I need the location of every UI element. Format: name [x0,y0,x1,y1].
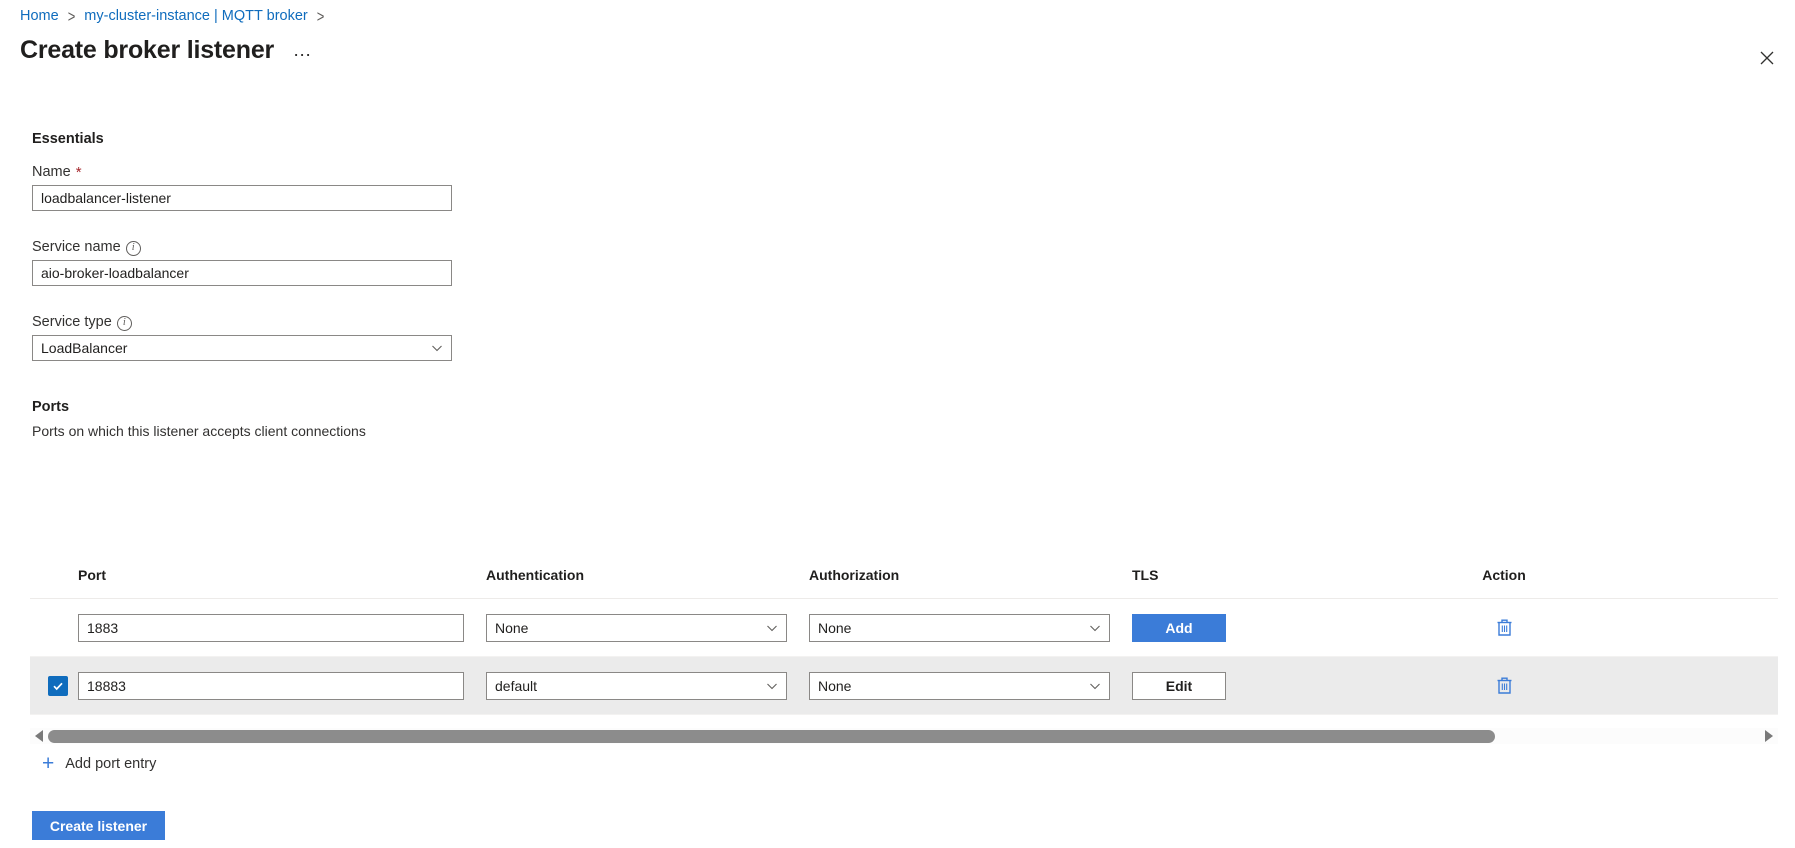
info-icon[interactable]: i [116,315,132,331]
port-cell [78,613,486,642]
table-row[interactable]: default None Edit [30,657,1778,715]
ports-table: Port Authentication Authorization TLS Ac… [30,555,1778,715]
plus-icon: + [42,752,55,775]
checkmark-icon [53,682,63,690]
authorization-cell: None [809,671,1132,700]
breadcrumb-item-mqtt-broker[interactable]: my-cluster-instance | MQTT broker [84,8,307,24]
tls-add-button[interactable]: Add [1132,613,1226,642]
horizontal-scrollbar[interactable] [30,728,1778,744]
table-row[interactable]: None None Add [30,599,1778,657]
authorization-cell: None [809,613,1132,642]
required-indicator: * [75,163,82,181]
breadcrumb-separator-icon-2: > [316,6,325,26]
page-title: Create broker listener [20,36,275,64]
breadcrumb-separator-icon: > [67,6,76,26]
scroll-left-button[interactable] [30,730,48,742]
chevron-down-icon [767,625,777,631]
authorization-value: None [818,677,852,694]
close-icon [1760,51,1774,65]
chevron-down-icon [1090,683,1100,689]
service-name-label: Service name i [32,239,141,256]
chevron-down-icon [1090,625,1100,631]
column-header-authorization: Authorization [809,567,900,583]
column-header-authentication: Authentication [486,567,584,583]
row-checkbox[interactable] [48,675,68,696]
essentials-heading: Essentials [32,131,104,147]
add-port-entry-label: Add port entry [65,755,157,772]
name-label: Name * [32,164,82,180]
port-cell [78,671,486,700]
delete-port-button[interactable] [1489,671,1519,701]
authentication-dropdown[interactable]: None [486,613,787,642]
column-header-port: Port [78,567,106,583]
title-row: Create broker listener ⋯ [20,33,317,67]
trash-icon [1497,677,1511,694]
authentication-cell: default [486,671,809,700]
delete-port-button[interactable] [1489,613,1519,643]
chevron-down-icon [432,345,442,352]
authentication-dropdown[interactable]: default [486,671,787,700]
name-input[interactable] [32,185,452,211]
tls-cell: Edit [1132,671,1444,700]
scrollbar-thumb[interactable] [48,729,1495,743]
trash-icon [1497,619,1511,636]
breadcrumb-item-home[interactable]: Home [20,8,59,24]
ports-heading: Ports [32,399,70,415]
authorization-dropdown[interactable]: None [809,613,1110,642]
column-header-action: Action [1482,567,1526,583]
row-select-cell [30,675,78,696]
breadcrumb: Home > my-cluster-instance | MQTT broker… [20,6,325,26]
service-name-label-text: Service name [32,239,121,255]
chevron-down-icon [767,683,777,689]
ports-description: Ports on which this listener accepts cli… [32,423,366,439]
port-input[interactable] [78,671,464,700]
add-port-entry-button[interactable]: + Add port entry [42,753,156,774]
info-icon[interactable]: i [125,240,141,256]
column-header-tls: TLS [1132,567,1159,583]
name-label-text: Name [32,164,71,180]
scroll-right-button[interactable] [1760,730,1778,742]
tls-cell: Add [1132,613,1444,642]
ports-table-header: Port Authentication Authorization TLS Ac… [30,555,1778,599]
create-listener-button[interactable]: Create listener [32,811,165,840]
tls-edit-button[interactable]: Edit [1132,671,1226,700]
port-input[interactable] [78,613,464,642]
scroll-right-arrow-icon [1765,730,1773,742]
service-type-label-text: Service type [32,314,112,330]
service-type-dropdown[interactable]: LoadBalancer [32,335,452,361]
authentication-cell: None [486,613,809,642]
authentication-value: default [495,677,538,694]
action-cell [1444,671,1564,701]
service-type-label: Service type i [32,314,132,331]
authorization-value: None [818,619,852,636]
more-options-button[interactable]: ⋯ [288,46,317,64]
create-broker-listener-blade: Home > my-cluster-instance | MQTT broker… [0,0,1795,848]
close-button[interactable] [1749,40,1785,76]
action-cell [1444,613,1564,643]
service-type-value: LoadBalancer [41,340,128,356]
scrollbar-track[interactable] [48,729,1760,743]
scroll-left-arrow-icon [35,730,43,742]
service-name-input[interactable] [32,260,452,286]
authorization-dropdown[interactable]: None [809,671,1110,700]
authentication-value: None [495,619,529,636]
